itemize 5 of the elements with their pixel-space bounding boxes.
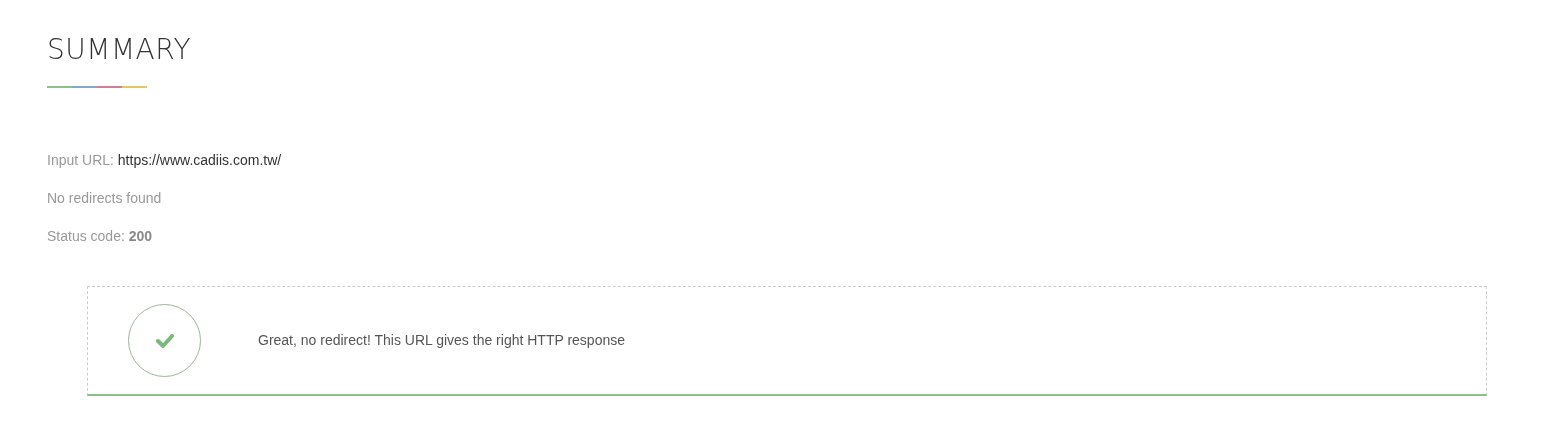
page-title: SUMMARY [47,32,192,68]
redirect-note: No redirects found [47,190,163,206]
result-message: Great, no redirect! This URL gives the right HTTP response [258,331,625,350]
status-code-line: Status code: 200 [47,228,154,244]
input-url-line: Input URL: https://www.cadiis.com.tw/ [47,152,283,168]
